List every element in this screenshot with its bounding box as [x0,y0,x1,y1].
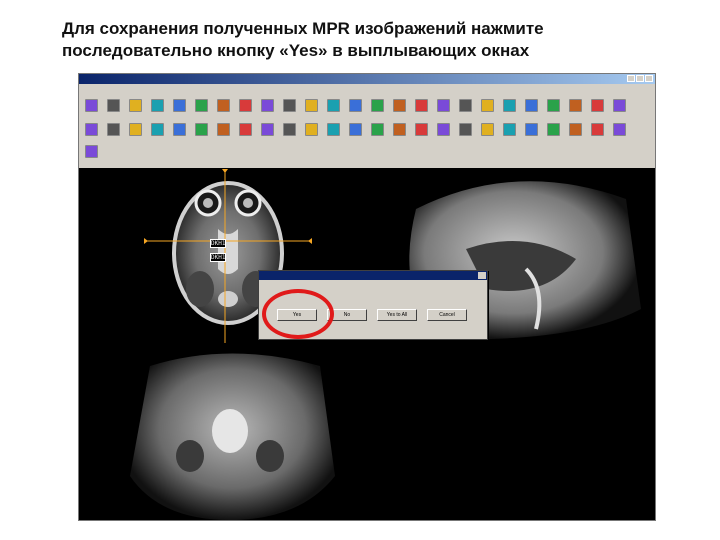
toolbar-tool-icon[interactable] [393,123,406,136]
toolbar-tool-icon[interactable] [239,99,252,112]
image-viewport-grid: DKH1 DKH1 [79,168,655,520]
toolbar-tool-icon[interactable] [569,123,582,136]
toolbar-tool-icon[interactable] [305,99,318,112]
cancel-button[interactable]: Cancel [427,309,467,321]
yes-button-highlight-ring [262,289,334,339]
toolbar-tool-icon[interactable] [107,123,120,136]
toolbar-tool-icon[interactable] [371,99,384,112]
toolbar-tool-icon[interactable] [217,123,230,136]
toolbar-tool-icon[interactable] [591,99,604,112]
toolbar-tool-icon[interactable] [591,123,604,136]
crosshair-label-1: DKH1 [210,239,227,248]
crosshair-label-2: DKH1 [210,253,227,262]
toolbar-row-1 [85,96,651,118]
toolbar-row-3 [85,142,651,160]
toolbar-tool-icon[interactable] [393,99,406,112]
close-icon[interactable] [645,75,653,82]
empty-view-pane[interactable] [376,346,655,520]
toolbar-tool-icon[interactable] [459,123,472,136]
toolbar-tool-icon[interactable] [481,123,494,136]
heading-line-1: Для сохранения полученных MPR изображени… [62,19,544,38]
toolbar-tool-icon[interactable] [437,99,450,112]
menu-bar [79,84,655,92]
toolbar-tool-icon[interactable] [195,123,208,136]
toolbar-tool-icon[interactable] [151,99,164,112]
toolbar-tool-icon[interactable] [107,99,120,112]
toolbar-row-2 [85,120,651,142]
toolbar-tool-icon[interactable] [305,123,318,136]
toolbar-tool-icon[interactable] [349,123,362,136]
toolbar-tool-icon[interactable] [85,123,98,136]
toolbar-tool-icon[interactable] [503,99,516,112]
toolbar-tool-icon[interactable] [547,123,560,136]
toolbar-tool-icon[interactable] [459,99,472,112]
toolbar-tool-icon[interactable] [217,99,230,112]
toolbar-tool-icon[interactable] [85,99,98,112]
coronal-mri-image [130,353,335,520]
toolbar-tool-icon[interactable] [437,123,450,136]
dialog-title-bar [259,271,487,280]
toolbar-tool-icon[interactable] [569,99,582,112]
maximize-icon[interactable] [636,75,644,82]
slide-heading: Для сохранения полученных MPR изображени… [62,18,682,62]
coronal-view-pane[interactable] [80,346,374,520]
toolbar-tool-icon[interactable] [481,99,494,112]
toolbar-tool-icon[interactable] [613,123,626,136]
toolbar-tool-icon[interactable] [261,99,274,112]
window-controls [627,75,653,82]
toolbar-tool-icon[interactable] [151,123,164,136]
toolbar-tool-icon[interactable] [173,99,186,112]
toolbar-tool-icon[interactable] [195,99,208,112]
toolbar-tool-icon[interactable] [503,123,516,136]
toolbar-tool-icon[interactable] [349,99,362,112]
window-title-bar [79,74,655,84]
toolbar-tool-icon[interactable] [129,99,142,112]
toolbar-tool-icon[interactable] [283,99,296,112]
toolbar-tool-icon[interactable] [327,99,340,112]
toolbar-tool-icon[interactable] [613,99,626,112]
minimize-icon[interactable] [627,75,635,82]
toolbar-tool-icon[interactable] [525,123,538,136]
toolbar-tool-icon[interactable] [371,123,384,136]
toolbar-tool-icon[interactable] [283,123,296,136]
dialog-close-icon[interactable] [478,272,486,279]
toolbar-tool-icon[interactable] [547,99,560,112]
toolbar-tool-icon[interactable] [239,123,252,136]
toolbar-tool-icon[interactable] [85,145,98,158]
toolbar-tool-icon[interactable] [415,99,428,112]
yes-to-all-button[interactable]: Yes to All [377,309,417,321]
toolbar-tool-icon[interactable] [525,99,538,112]
toolbar-tool-icon[interactable] [261,123,274,136]
toolbar-tool-icon[interactable] [129,123,142,136]
heading-line-2: последовательно кнопку «Yes» в выплывающ… [62,41,530,60]
toolbar-tool-icon[interactable] [327,123,340,136]
toolbar-tool-icon[interactable] [415,123,428,136]
toolbar-tool-icon[interactable] [173,123,186,136]
